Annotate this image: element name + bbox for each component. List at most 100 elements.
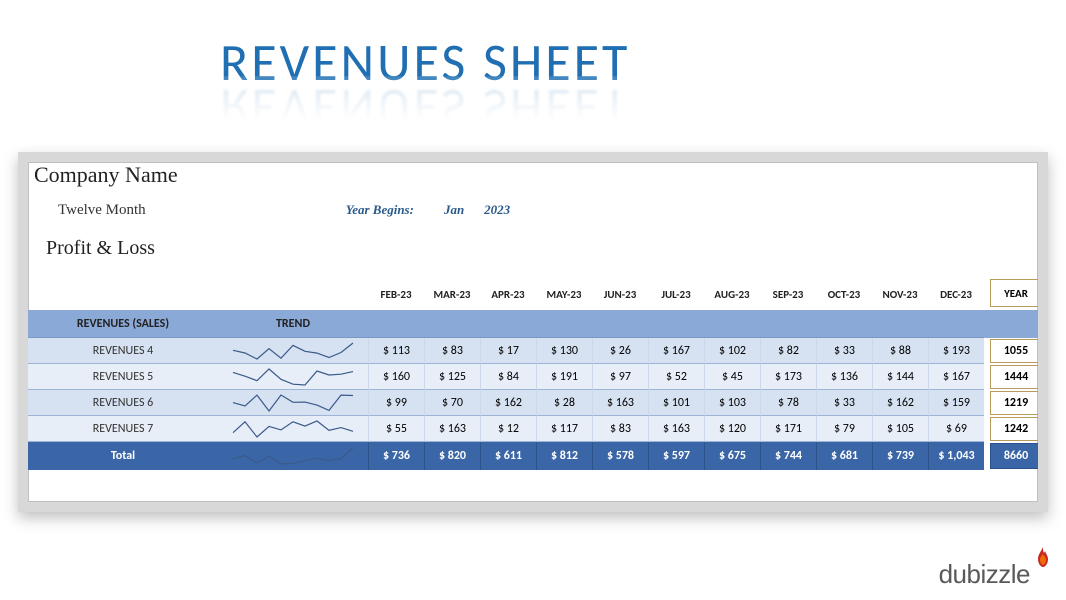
- data-cell[interactable]: $ 136: [816, 364, 872, 390]
- total-cell[interactable]: $ 681: [816, 442, 872, 470]
- total-cell[interactable]: $ 744: [760, 442, 816, 470]
- watermark: dubizzle: [939, 559, 1048, 590]
- data-cell[interactable]: $ 45: [704, 364, 760, 390]
- total-cell[interactable]: $ 736: [368, 442, 424, 470]
- total-cell[interactable]: $ 578: [592, 442, 648, 470]
- data-cell[interactable]: $ 26: [592, 338, 648, 364]
- data-cell[interactable]: $ 113: [368, 338, 424, 364]
- sparkline: [218, 338, 368, 364]
- data-cell[interactable]: $ 69: [928, 416, 984, 442]
- year-begins-month: Jan: [444, 202, 464, 218]
- data-cell[interactable]: $ 83: [592, 416, 648, 442]
- data-cell[interactable]: $ 84: [480, 364, 536, 390]
- hdr-year[interactable]: YEAR: [990, 279, 1042, 307]
- data-cell[interactable]: $ 28: [536, 390, 592, 416]
- data-cell[interactable]: $ 173: [760, 364, 816, 390]
- data-cell[interactable]: $ 144: [872, 364, 928, 390]
- data-cell[interactable]: $ 70: [424, 390, 480, 416]
- hdr-month[interactable]: APR-23: [480, 278, 536, 310]
- year-begins-year: 2023: [484, 202, 510, 218]
- total-row: Total$ 736$ 820$ 611$ 812$ 578$ 597$ 675…: [28, 442, 1038, 470]
- data-cell[interactable]: $ 171: [760, 416, 816, 442]
- table-row: REVENUES 7$ 55$ 163$ 12$ 117$ 83$ 163$ 1…: [28, 416, 1038, 442]
- data-cell[interactable]: $ 101: [648, 390, 704, 416]
- page-title-wrap: REVENUES SHEET REVENUES SHEET: [220, 30, 630, 140]
- data-cell[interactable]: $ 33: [816, 390, 872, 416]
- period-line: Twelve Month Year Begins: Jan 2023: [28, 202, 1038, 219]
- data-cell[interactable]: $ 97: [592, 364, 648, 390]
- data-cell[interactable]: $ 191: [536, 364, 592, 390]
- data-cell[interactable]: $ 105: [872, 416, 928, 442]
- data-cell[interactable]: $ 167: [928, 364, 984, 390]
- header-row: FEB-23 MAR-23 APR-23 MAY-23 JUN-23 JUL-2…: [28, 278, 1038, 310]
- data-cell[interactable]: $ 159: [928, 390, 984, 416]
- data-cell[interactable]: $ 167: [648, 338, 704, 364]
- spreadsheet: Company Name Twelve Month Year Begins: J…: [28, 162, 1038, 502]
- data-cell[interactable]: $ 12: [480, 416, 536, 442]
- hdr-month[interactable]: OCT-23: [816, 278, 872, 310]
- data-cell[interactable]: $ 163: [424, 416, 480, 442]
- year-cell[interactable]: 1444: [990, 365, 1042, 389]
- table-row: REVENUES 4$ 113$ 83$ 17$ 130$ 26$ 167$ 1…: [28, 338, 1038, 364]
- year-begins-label: Year Begins:: [346, 202, 414, 218]
- trend-header: TREND: [218, 310, 368, 338]
- section-label: REVENUES (SALES): [28, 310, 218, 338]
- sparkline: [218, 390, 368, 416]
- pnl-heading: Profit & Loss: [28, 237, 1038, 260]
- table-row: REVENUES 6$ 99$ 70$ 162$ 28$ 163$ 101$ 1…: [28, 390, 1038, 416]
- data-cell[interactable]: $ 55: [368, 416, 424, 442]
- hdr-blank-1: [28, 278, 218, 310]
- year-cell[interactable]: 1219: [990, 391, 1042, 415]
- data-cell[interactable]: $ 33: [816, 338, 872, 364]
- sparkline: [218, 442, 368, 470]
- total-cell[interactable]: $ 812: [536, 442, 592, 470]
- company-name: Company Name: [28, 162, 1038, 188]
- data-cell[interactable]: $ 120: [704, 416, 760, 442]
- data-cell[interactable]: $ 102: [704, 338, 760, 364]
- data-cell[interactable]: $ 82: [760, 338, 816, 364]
- hdr-month[interactable]: NOV-23: [872, 278, 928, 310]
- total-cell[interactable]: $ 597: [648, 442, 704, 470]
- data-cell[interactable]: $ 117: [536, 416, 592, 442]
- total-year[interactable]: 8660: [990, 443, 1042, 469]
- row-label: REVENUES 4: [28, 338, 218, 364]
- data-cell[interactable]: $ 83: [424, 338, 480, 364]
- data-cell[interactable]: $ 193: [928, 338, 984, 364]
- total-cell[interactable]: $ 1,043: [928, 442, 984, 470]
- hdr-month[interactable]: MAR-23: [424, 278, 480, 310]
- hdr-blank-2: [218, 278, 368, 310]
- data-cell[interactable]: $ 162: [872, 390, 928, 416]
- total-cell[interactable]: $ 820: [424, 442, 480, 470]
- data-cell[interactable]: $ 160: [368, 364, 424, 390]
- data-cell[interactable]: $ 99: [368, 390, 424, 416]
- data-cell[interactable]: $ 17: [480, 338, 536, 364]
- sparkline: [218, 364, 368, 390]
- year-cell[interactable]: 1055: [990, 339, 1042, 363]
- data-cell[interactable]: $ 125: [424, 364, 480, 390]
- row-label: REVENUES 7: [28, 416, 218, 442]
- data-cell[interactable]: $ 52: [648, 364, 704, 390]
- data-cell[interactable]: $ 163: [592, 390, 648, 416]
- hdr-month[interactable]: FEB-23: [368, 278, 424, 310]
- year-cell[interactable]: 1242: [990, 417, 1042, 441]
- hdr-month[interactable]: AUG-23: [704, 278, 760, 310]
- data-cell[interactable]: $ 88: [872, 338, 928, 364]
- row-label: REVENUES 5: [28, 364, 218, 390]
- hdr-month[interactable]: MAY-23: [536, 278, 592, 310]
- data-cell[interactable]: $ 162: [480, 390, 536, 416]
- total-cell[interactable]: $ 739: [872, 442, 928, 470]
- hdr-month[interactable]: SEP-23: [760, 278, 816, 310]
- total-cell[interactable]: $ 675: [704, 442, 760, 470]
- table-row: REVENUES 5 $ 160$ 125$ 84$ 191$ 97$ 52$ 4…: [28, 364, 1038, 390]
- row-label: REVENUES 6: [28, 390, 218, 416]
- data-cell[interactable]: $ 103: [704, 390, 760, 416]
- total-cell[interactable]: $ 611: [480, 442, 536, 470]
- hdr-month[interactable]: JUN-23: [592, 278, 648, 310]
- data-cell[interactable]: $ 130: [536, 338, 592, 364]
- hdr-month[interactable]: DEC-23: [928, 278, 984, 310]
- hdr-month[interactable]: JUL-23: [648, 278, 704, 310]
- data-cell[interactable]: $ 163: [648, 416, 704, 442]
- sheet-frame: Company Name Twelve Month Year Begins: J…: [18, 152, 1048, 512]
- data-cell[interactable]: $ 78: [760, 390, 816, 416]
- data-cell[interactable]: $ 79: [816, 416, 872, 442]
